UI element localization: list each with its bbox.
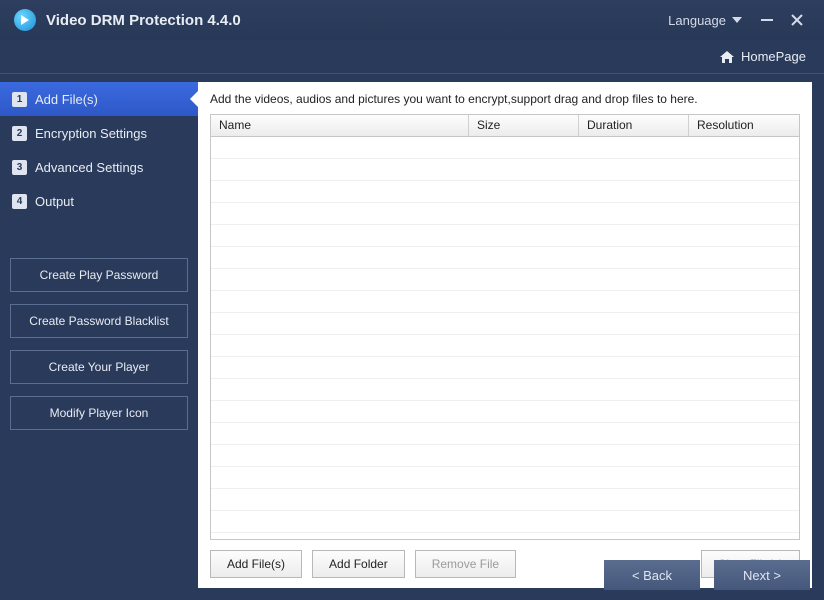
homepage-label: HomePage: [741, 49, 806, 64]
column-name[interactable]: Name: [211, 115, 469, 136]
create-password-blacklist-button[interactable]: Create Password Blacklist: [10, 304, 188, 338]
step-add-files[interactable]: 1 Add File(s): [0, 82, 198, 116]
chevron-down-icon: [732, 17, 742, 23]
step-number: 2: [12, 126, 27, 141]
add-files-button[interactable]: Add File(s): [210, 550, 302, 578]
subbar: HomePage: [0, 40, 824, 74]
language-selector[interactable]: Language: [668, 13, 742, 28]
create-play-password-button[interactable]: Create Play Password: [10, 258, 188, 292]
step-number: 4: [12, 194, 27, 209]
step-label: Advanced Settings: [35, 160, 143, 175]
table-header: Name Size Duration Resolution: [211, 115, 799, 137]
main-panel: Add the videos, audios and pictures you …: [198, 82, 812, 588]
remove-file-button[interactable]: Remove File: [415, 550, 516, 578]
modify-player-icon-button[interactable]: Modify Player Icon: [10, 396, 188, 430]
language-label: Language: [668, 13, 726, 28]
close-icon: [791, 14, 803, 26]
add-folder-button[interactable]: Add Folder: [312, 550, 405, 578]
step-label: Add File(s): [35, 92, 98, 107]
column-duration[interactable]: Duration: [579, 115, 689, 136]
step-encryption-settings[interactable]: 2 Encryption Settings: [0, 116, 198, 150]
app-title: Video DRM Protection 4.4.0: [46, 12, 241, 29]
create-your-player-button[interactable]: Create Your Player: [10, 350, 188, 384]
next-button[interactable]: Next >: [714, 560, 810, 590]
step-output[interactable]: 4 Output: [0, 184, 198, 218]
hint-text: Add the videos, audios and pictures you …: [210, 92, 800, 106]
home-icon: [719, 50, 735, 64]
column-size[interactable]: Size: [469, 115, 579, 136]
nav-footer: < Back Next >: [604, 560, 810, 590]
step-number: 3: [12, 160, 27, 175]
step-number: 1: [12, 92, 27, 107]
table-rows[interactable]: [211, 137, 799, 539]
minimize-icon: [761, 14, 773, 26]
titlebar: Video DRM Protection 4.4.0 Language: [0, 0, 824, 40]
back-button[interactable]: < Back: [604, 560, 700, 590]
close-button[interactable]: [784, 7, 810, 33]
body: 1 Add File(s) 2 Encryption Settings 3 Ad…: [0, 74, 824, 600]
homepage-link[interactable]: HomePage: [719, 49, 806, 64]
column-resolution[interactable]: Resolution: [689, 115, 799, 136]
minimize-button[interactable]: [754, 7, 780, 33]
step-label: Output: [35, 194, 74, 209]
sidebar-buttons: Create Play Password Create Password Bla…: [0, 258, 198, 430]
file-table[interactable]: Name Size Duration Resolution: [210, 114, 800, 540]
step-advanced-settings[interactable]: 3 Advanced Settings: [0, 150, 198, 184]
step-label: Encryption Settings: [35, 126, 147, 141]
sidebar: 1 Add File(s) 2 Encryption Settings 3 Ad…: [0, 74, 198, 600]
app-logo-icon: [14, 9, 36, 31]
